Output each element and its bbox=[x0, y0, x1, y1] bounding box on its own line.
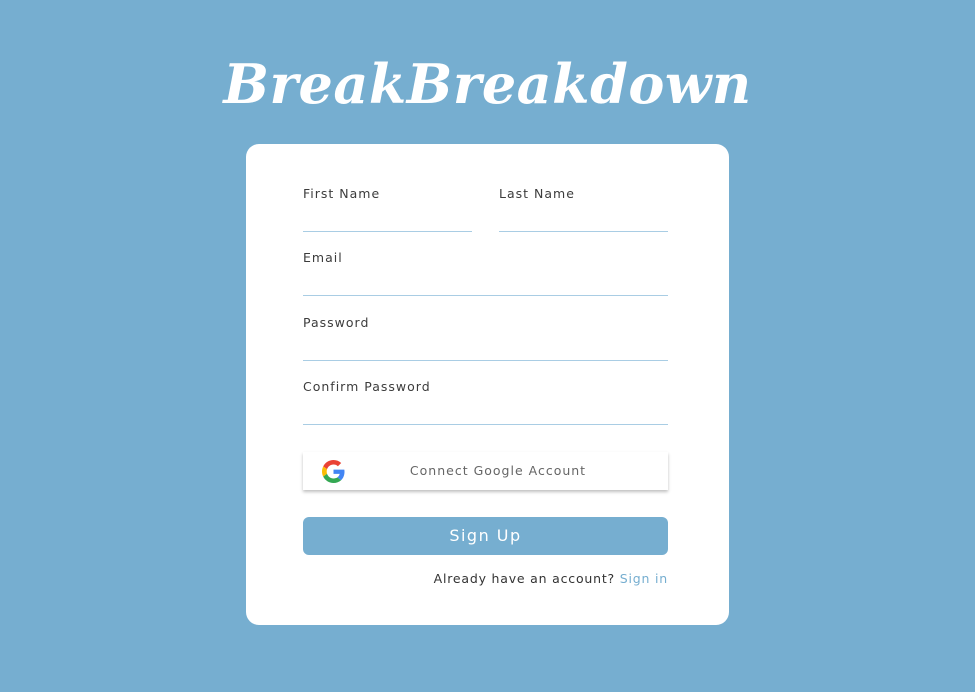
sign-up-button[interactable]: Sign Up bbox=[303, 517, 668, 555]
signup-card: First Name Last Name Email Password Conf… bbox=[246, 144, 729, 625]
email-input[interactable] bbox=[303, 270, 668, 296]
app-title: BreakBreakdown bbox=[223, 52, 752, 116]
confirm-password-field: Confirm Password bbox=[303, 379, 668, 425]
sign-in-prompt: Already have an account? Sign in bbox=[303, 571, 668, 586]
last-name-input[interactable] bbox=[499, 206, 668, 232]
email-field: Email bbox=[303, 250, 668, 296]
last-name-label: Last Name bbox=[499, 186, 575, 201]
last-name-field: Last Name bbox=[499, 186, 668, 232]
password-field: Password bbox=[303, 315, 668, 361]
sign-in-prompt-text: Already have an account? bbox=[433, 571, 615, 586]
first-name-input[interactable] bbox=[303, 206, 472, 232]
first-name-label: First Name bbox=[303, 186, 381, 201]
connect-google-button[interactable]: Connect Google Account bbox=[303, 452, 668, 490]
password-input[interactable] bbox=[303, 335, 668, 361]
first-name-field: First Name bbox=[303, 186, 472, 232]
email-label: Email bbox=[303, 250, 343, 265]
confirm-password-input[interactable] bbox=[303, 399, 668, 425]
connect-google-label: Connect Google Account bbox=[409, 463, 587, 478]
sign-in-link[interactable]: Sign in bbox=[620, 571, 668, 586]
password-label: Password bbox=[303, 315, 370, 330]
confirm-password-label: Confirm Password bbox=[303, 379, 431, 394]
